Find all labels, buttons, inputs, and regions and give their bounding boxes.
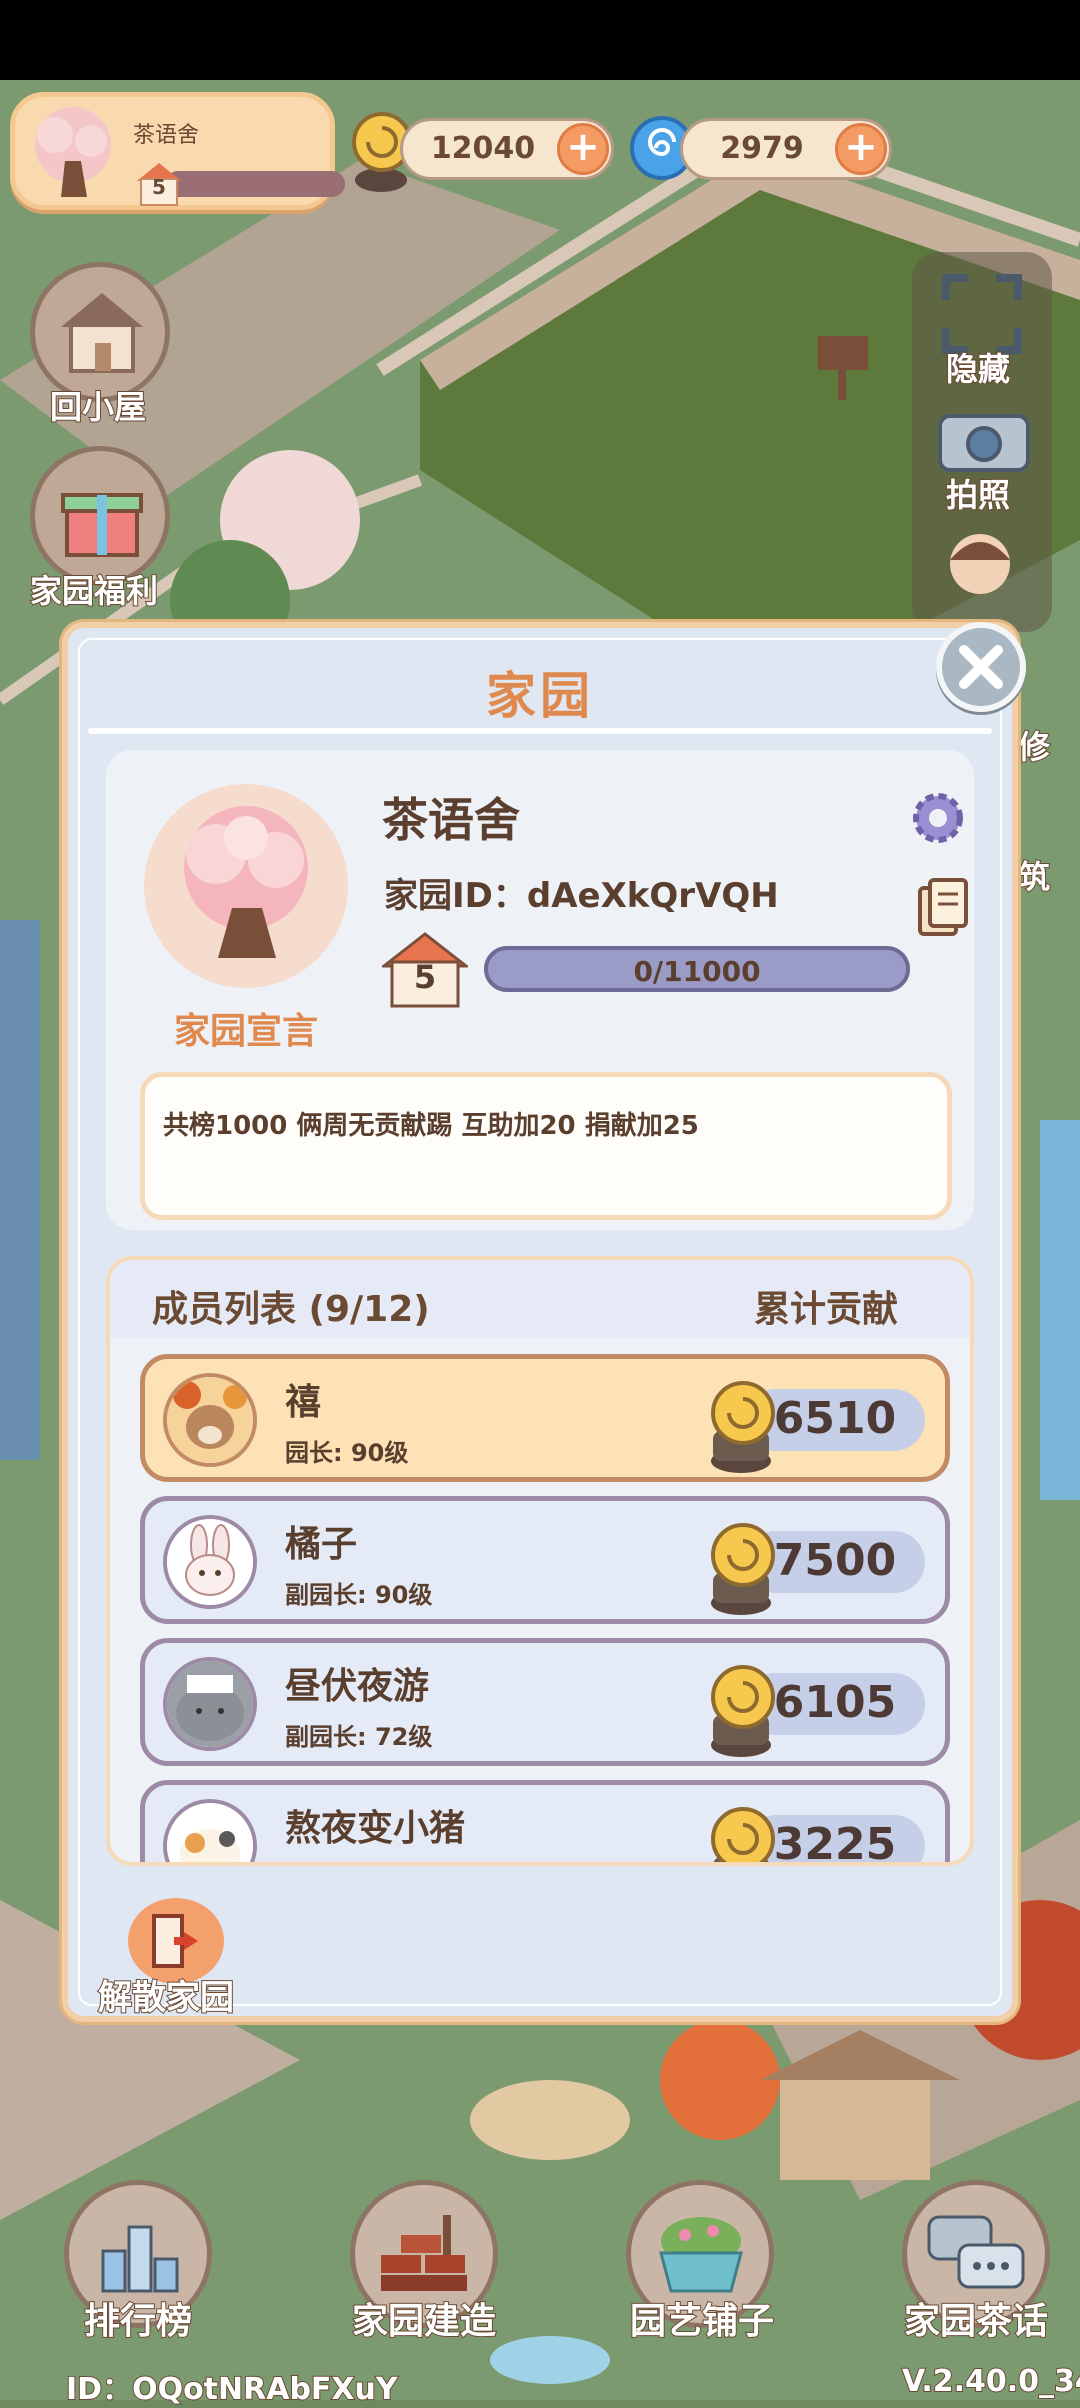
member-score: 6510 bbox=[773, 1393, 897, 1444]
garden-id: 家园ID：dAeXkQrVQH bbox=[384, 876, 779, 916]
member-role: 副园长: 72级 bbox=[285, 1723, 433, 1751]
exit-door-glyph bbox=[152, 1914, 198, 1968]
gardening-shop-label: 园艺铺子 bbox=[629, 2300, 775, 2343]
build-label: 筑 bbox=[1017, 857, 1051, 897]
snail-coin-value: 12040 bbox=[430, 131, 536, 166]
copy-id-icon[interactable] bbox=[916, 878, 970, 938]
member-score: 3225 bbox=[773, 1819, 897, 1862]
hide-label: 隐藏 bbox=[945, 349, 1011, 389]
garden-badge[interactable]: 茶语舍 5 bbox=[10, 92, 345, 210]
garden-level-number: 5 bbox=[413, 958, 437, 996]
back-home-label: 回小屋 bbox=[49, 387, 147, 427]
garden-welfare-button[interactable] bbox=[30, 446, 170, 586]
add-snail-coin-button[interactable]: + bbox=[557, 123, 609, 175]
deer-autumn-avatar-icon bbox=[167, 1377, 253, 1463]
members-header: 成员列表 (9/12) 累计贡献 bbox=[110, 1260, 970, 1338]
cherry-tree-icon bbox=[184, 806, 308, 958]
garden-info-card: 家园宣言 茶语舍 家园ID：dAeXkQrVQH 5 0/11000 共榜100… bbox=[106, 750, 974, 1230]
status-bar bbox=[0, 0, 1080, 80]
member-name: 禧 bbox=[285, 1382, 322, 1423]
camera-icon[interactable] bbox=[936, 404, 1032, 474]
garden-chat-label: 家园茶话 bbox=[903, 2300, 1049, 2343]
avatar-icon[interactable] bbox=[940, 524, 1020, 604]
member-score: 6105 bbox=[773, 1677, 897, 1728]
garden-welfare-label: 家园福利 bbox=[29, 571, 159, 611]
member-avatar bbox=[163, 1799, 257, 1862]
house-icon bbox=[61, 293, 143, 373]
member-score: 7500 bbox=[773, 1535, 897, 1586]
photo-label: 拍照 bbox=[945, 475, 1011, 515]
member-avatar bbox=[163, 1657, 257, 1751]
members-title: 成员列表 (9/12) bbox=[152, 1289, 430, 1330]
spiral-gem-value: 2979 bbox=[720, 131, 804, 166]
cherry-tree-icon bbox=[35, 107, 111, 197]
manifesto-box: 共榜1000 俩周无贡献踢 互助加20 捐献加25 bbox=[140, 1072, 952, 1220]
experience-bar: 0/11000 bbox=[484, 946, 910, 992]
member-name: 橘子 bbox=[285, 1524, 358, 1565]
members-card: 成员列表 (9/12) 累计贡献 禧 园长: 90级 6510 橘子 副园长: … bbox=[106, 1256, 974, 1866]
close-icon bbox=[959, 645, 1003, 689]
experience-text: 0/11000 bbox=[633, 955, 761, 988]
snail-coin-counter: 12040 + bbox=[400, 118, 614, 180]
back-home-button[interactable] bbox=[30, 262, 170, 402]
garden-level: 5 bbox=[152, 175, 166, 199]
garden-modal: 家园 家园宣言 茶语舍 家园ID：dAeXkQrVQH 5 0/11000 共榜… bbox=[62, 622, 1018, 2022]
settings-gear-icon[interactable] bbox=[906, 786, 970, 850]
gift-icon bbox=[61, 493, 143, 557]
garden-level-bar bbox=[165, 171, 345, 197]
calico-cat-avatar-icon bbox=[167, 1803, 253, 1862]
ranking-label: 排行榜 bbox=[83, 2300, 193, 2343]
version-text: V.2.40.0_34 bbox=[901, 2363, 1080, 2400]
disband-garden-button[interactable]: 解散家园 bbox=[97, 1898, 258, 2019]
grey-cat-avatar-icon bbox=[167, 1661, 253, 1747]
title-divider bbox=[88, 728, 992, 734]
garden-avatar bbox=[144, 784, 348, 988]
member-name: 昼伏夜游 bbox=[285, 1666, 430, 1707]
manifesto-label: 家园宣言 bbox=[173, 1011, 318, 1052]
garden-name-title: 茶语舍 bbox=[382, 793, 520, 847]
ranking-icon bbox=[101, 2225, 179, 2293]
member-row[interactable]: 禧 园长: 90级 6510 bbox=[140, 1354, 950, 1482]
member-avatar bbox=[163, 1515, 257, 1609]
contribution-title: 累计贡献 bbox=[753, 1289, 898, 1330]
garden-build-label: 家园建造 bbox=[351, 2300, 497, 2343]
member-row[interactable]: 橘子 副园长: 90级 7500 bbox=[140, 1496, 950, 1624]
member-name: 熬夜变小猪 bbox=[285, 1808, 466, 1849]
planter-icon bbox=[659, 2217, 743, 2293]
garden-name: 茶语舍 bbox=[133, 123, 200, 148]
member-role: 副园长: 90级 bbox=[285, 1581, 433, 1609]
member-list[interactable]: 禧 园长: 90级 6510 橘子 副园长: 90级 7500 昼伏夜游 副园长… bbox=[140, 1354, 950, 1862]
manifesto-text: 共榜1000 俩周无贡献踢 互助加20 捐献加25 bbox=[163, 1111, 699, 1141]
add-spiral-gem-button[interactable]: + bbox=[835, 123, 887, 175]
member-role: 园长: 90级 bbox=[285, 1439, 409, 1467]
member-avatar bbox=[163, 1373, 257, 1467]
player-id: ID：OQotNRAbFXuY bbox=[65, 2371, 399, 2408]
spiral-gem-counter: 2979 + bbox=[680, 118, 892, 180]
bunny-avatar-icon bbox=[167, 1519, 253, 1605]
disband-label: 解散家园 bbox=[97, 1977, 235, 2019]
close-button[interactable] bbox=[936, 622, 1026, 712]
modal-title: 家园 bbox=[486, 667, 594, 725]
member-row[interactable]: 熬夜变小猪 3225 bbox=[140, 1780, 950, 1862]
bricks-icon bbox=[381, 2215, 467, 2291]
repair-label: 修 bbox=[1017, 727, 1051, 767]
chat-icon bbox=[927, 2215, 1025, 2289]
member-row[interactable]: 昼伏夜游 副园长: 72级 6105 bbox=[140, 1638, 950, 1766]
